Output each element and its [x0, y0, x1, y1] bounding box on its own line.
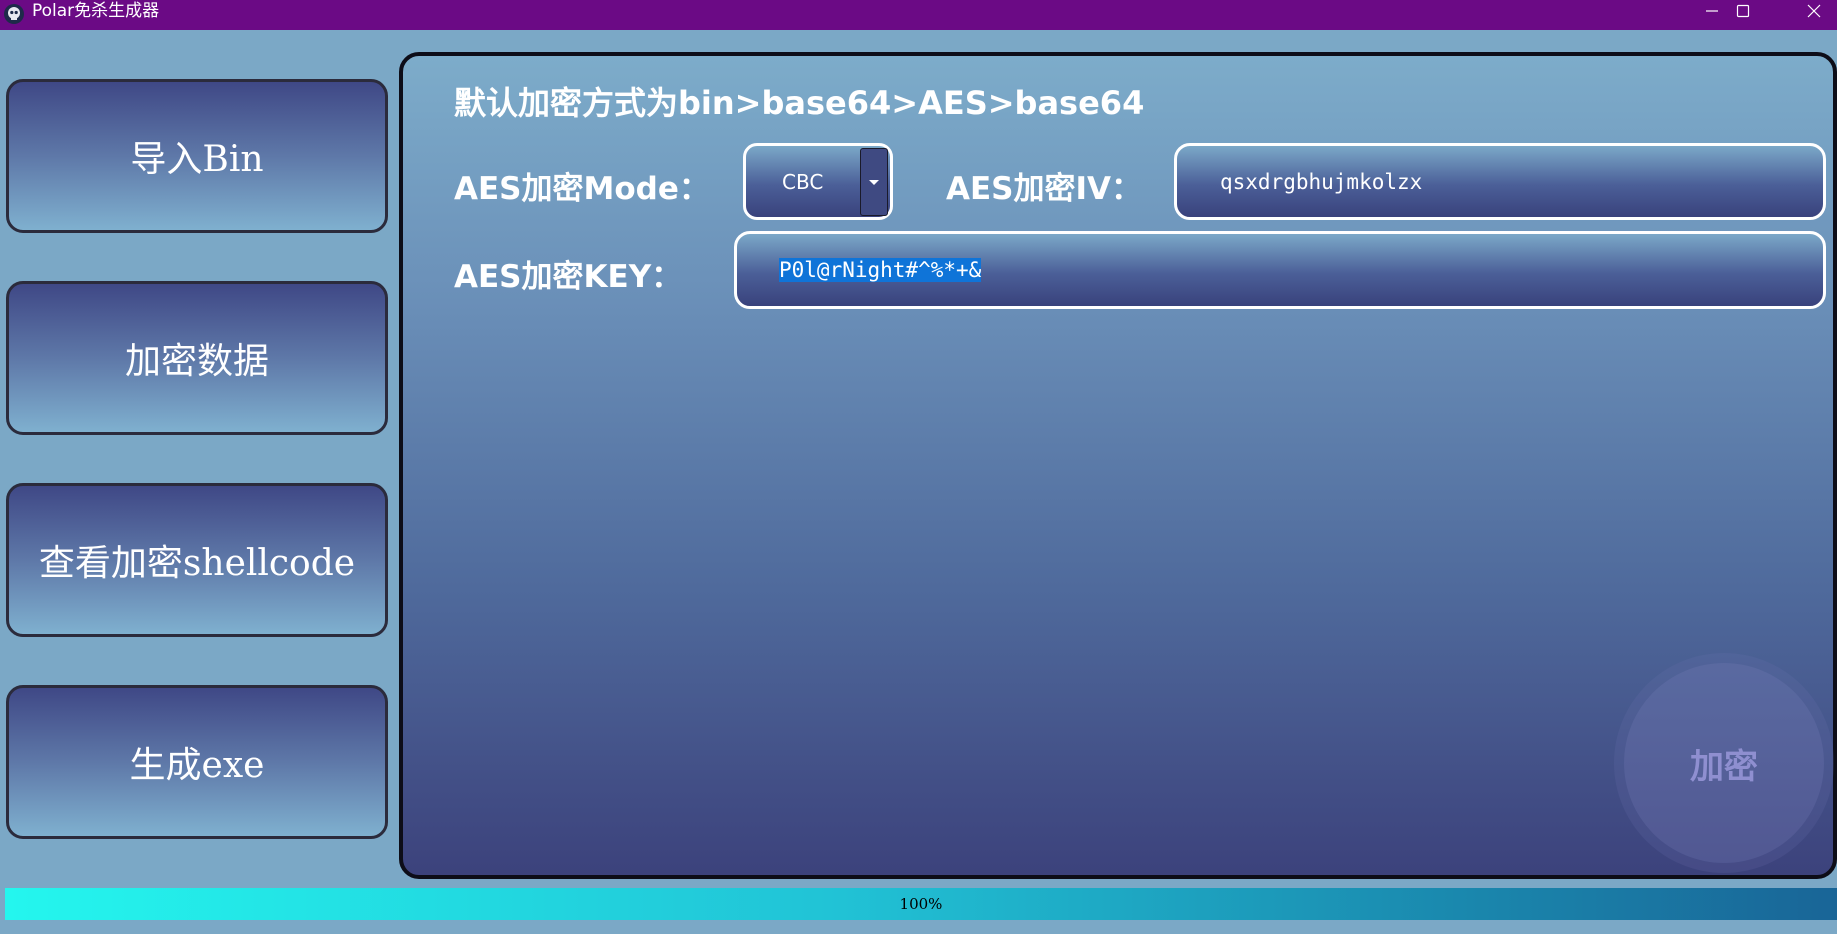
- encryption-method-heading: 默认加密方式为bin>base64>AES>base64: [454, 84, 1145, 122]
- chevron-down-icon: [869, 180, 879, 185]
- window-title: Polar免杀生成器: [32, 1, 160, 21]
- view-shellcode-button[interactable]: 查看加密shellcode: [6, 483, 388, 637]
- generate-exe-label: 生成exe: [129, 745, 265, 786]
- aes-iv-value: qsxdrgbhujmkolzx: [1220, 169, 1423, 194]
- dropdown-arrow-button[interactable]: [860, 148, 888, 216]
- aes-mode-select[interactable]: CBC: [743, 143, 893, 220]
- close-button[interactable]: [1790, 0, 1837, 22]
- aes-iv-input[interactable]: qsxdrgbhujmkolzx: [1174, 143, 1826, 220]
- app-window: Polar免杀生成器 导入Bin 加密数据 查看加密shellcode 生成ex…: [0, 0, 1837, 934]
- bottom-strip: [0, 920, 1837, 934]
- import-bin-button[interactable]: 导入Bin: [6, 79, 388, 233]
- aes-key-input[interactable]: P0l@rNight#^%*+&: [734, 231, 1826, 309]
- skull-icon: [4, 4, 24, 24]
- view-shellcode-label: 查看加密shellcode: [38, 543, 356, 584]
- encrypt-data-label: 加密数据: [124, 341, 269, 382]
- title-bar[interactable]: Polar免杀生成器: [0, 0, 1837, 30]
- import-bin-label: 导入Bin: [130, 139, 264, 180]
- encrypt-button-label: 加密: [1690, 746, 1758, 787]
- encrypt-data-button[interactable]: 加密数据: [6, 281, 388, 435]
- progress-bar: 100%: [5, 888, 1837, 920]
- aes-mode-label: AES加密Mode：: [454, 171, 710, 207]
- generate-exe-button[interactable]: 生成exe: [6, 685, 388, 839]
- aes-key-value: P0l@rNight#^%*+&: [779, 258, 982, 282]
- aes-iv-label: AES加密IV：: [946, 171, 1143, 207]
- close-icon: [1807, 4, 1821, 18]
- aes-key-label: AES加密KEY：: [454, 259, 683, 295]
- maximize-icon: [1736, 4, 1750, 18]
- maximize-button[interactable]: [1719, 0, 1767, 22]
- minimize-icon: [1706, 10, 1718, 12]
- aes-mode-value: CBC: [782, 169, 824, 194]
- progress-text: 100%: [899, 895, 943, 913]
- encrypt-button[interactable]: 加密: [1624, 663, 1824, 863]
